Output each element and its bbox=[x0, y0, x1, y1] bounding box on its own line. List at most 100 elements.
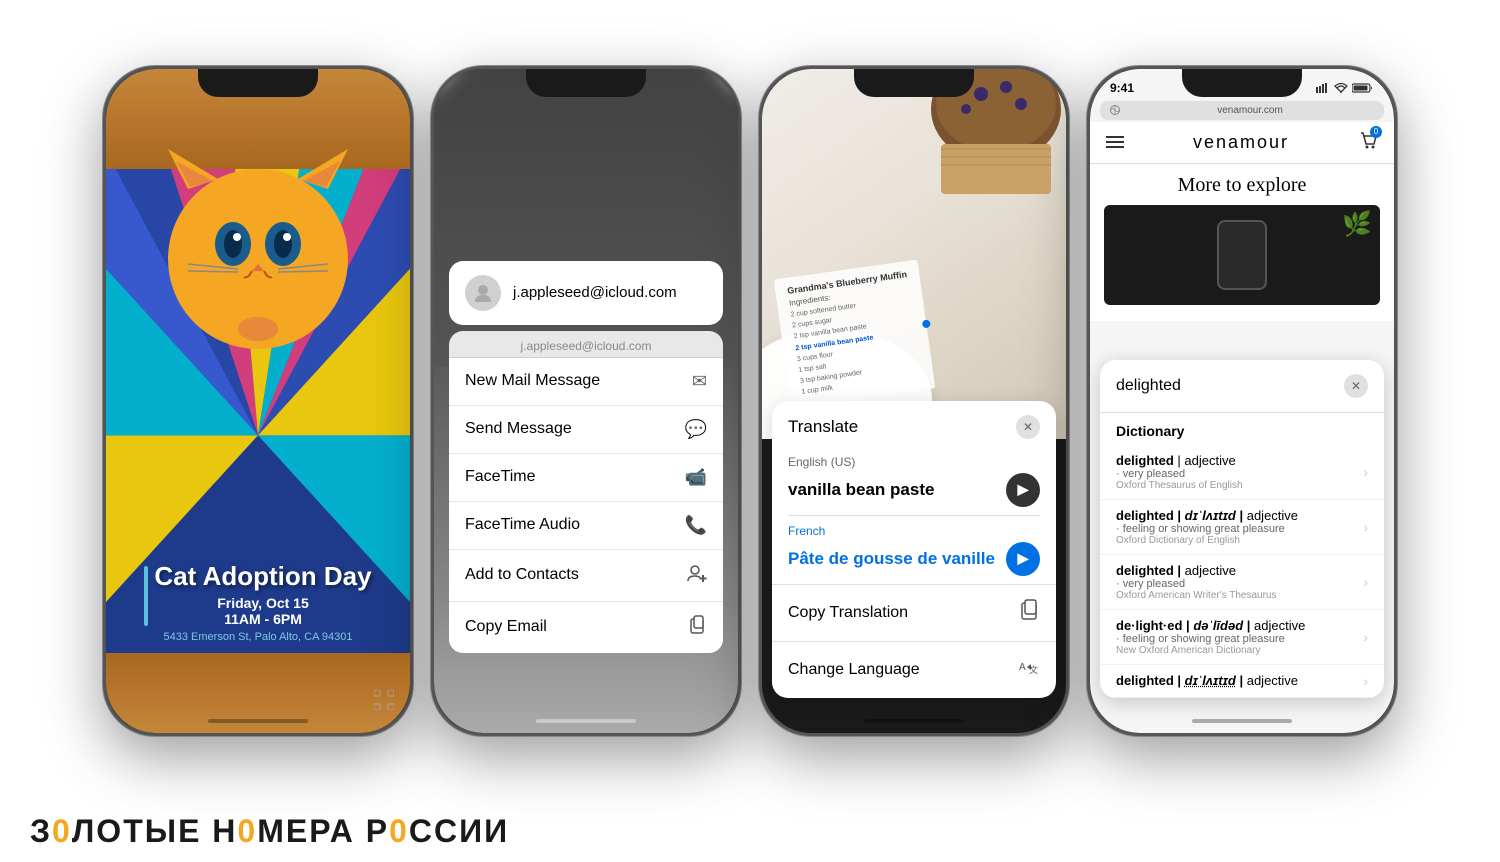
phone-4-screen: 9:41 venamour.com bbox=[1090, 69, 1394, 733]
add-contacts-icon bbox=[687, 563, 707, 588]
footer-zero-3: 0 bbox=[389, 813, 409, 849]
facetime-audio-label: FaceTime Audio bbox=[465, 516, 580, 534]
phone-4: 9:41 venamour.com bbox=[1087, 66, 1397, 736]
email-header-card: j.appleseed@icloud.com bbox=[449, 261, 723, 325]
source-lang-label: English (US) bbox=[788, 455, 1040, 469]
dict-chevron-2: › bbox=[1363, 519, 1368, 535]
menu-item-facetime-audio[interactable]: FaceTime Audio 📞 bbox=[449, 502, 723, 550]
phone-2-home-bar bbox=[536, 719, 636, 723]
phone-3: Grandma's Blueberry Muffin Ingredients: … bbox=[759, 66, 1069, 736]
footer-zero-1: 0 bbox=[52, 813, 72, 849]
mail-icon: ✉ bbox=[692, 371, 707, 392]
copy-translation-button[interactable]: Copy Translation bbox=[772, 584, 1056, 641]
dict-entry-4[interactable]: de·light·ed | dəˈlīdəd | adjective · fee… bbox=[1100, 610, 1384, 665]
dict-chevron-4: › bbox=[1363, 629, 1368, 645]
source-language-section: English (US) vanilla bean paste ▶ bbox=[772, 447, 1056, 515]
footer-brand-text: З0ЛОТЫЕ Н0МЕРА Р0ССИИ bbox=[30, 813, 509, 850]
message-icon: 💬 bbox=[685, 419, 707, 440]
email-popup: j.appleseed@icloud.com j.appleseed@iclou… bbox=[449, 261, 723, 653]
hamburger-menu[interactable] bbox=[1106, 136, 1124, 148]
phone-2-screen: j.appleseed@icloud.com j.appleseed@iclou… bbox=[434, 69, 738, 733]
facetime-audio-icon: 📞 bbox=[685, 515, 707, 536]
product-image: 🌿 bbox=[1104, 205, 1380, 305]
contact-avatar bbox=[465, 275, 501, 311]
phone-3-screen: Grandma's Blueberry Muffin Ingredients: … bbox=[762, 69, 1066, 733]
status-time: 9:41 bbox=[1110, 81, 1134, 95]
store-nav: venamour 0 bbox=[1090, 122, 1394, 164]
source-text: vanilla bean paste ▶ bbox=[788, 473, 1040, 507]
copy-icon bbox=[1018, 599, 1040, 627]
footer-zero-2: 0 bbox=[237, 813, 257, 849]
add-contacts-label: Add to Contacts bbox=[465, 566, 579, 584]
dict-entry-5-text: delighted | dɪˈlʌɪtɪd | adjective bbox=[1116, 673, 1363, 688]
event-text-block: Cat Adoption Day Friday, Oct 15 11AM - 6… bbox=[106, 562, 410, 643]
main-area: Cat Adoption Day Friday, Oct 15 11AM - 6… bbox=[0, 0, 1500, 801]
email-menu-label: j.appleseed@icloud.com bbox=[449, 331, 723, 358]
footer: З0ЛОТЫЕ Н0МЕРА Р0ССИИ bbox=[0, 801, 1500, 862]
dict-header: delighted ✕ bbox=[1100, 360, 1384, 413]
menu-item-facetime[interactable]: FaceTime 📹 bbox=[449, 454, 723, 502]
phone-1: Cat Adoption Day Friday, Oct 15 11AM - 6… bbox=[103, 66, 413, 736]
phone-1-home-bar bbox=[208, 719, 308, 723]
phone-2-notch bbox=[526, 69, 646, 97]
facetime-label: FaceTime bbox=[465, 468, 536, 486]
browser-url: venamour.com bbox=[1126, 105, 1374, 116]
dict-entry-2[interactable]: delighted | dɪˈlʌɪtɪd | adjective · feel… bbox=[1100, 500, 1384, 555]
copy-email-label: Copy Email bbox=[465, 618, 547, 636]
phone-1-notch bbox=[198, 69, 318, 97]
store-name-logo: venamour bbox=[1193, 132, 1289, 153]
send-message-label: Send Message bbox=[465, 420, 572, 438]
screenshot-icon bbox=[374, 690, 394, 715]
facetime-icon: 📹 bbox=[685, 467, 707, 488]
menu-item-send-message[interactable]: Send Message 💬 bbox=[449, 406, 723, 454]
dict-entry-4-text: de·light·ed | dəˈlīdəd | adjective · fee… bbox=[1116, 618, 1363, 656]
dict-entry-3[interactable]: delighted | adjective · very pleased Oxf… bbox=[1100, 555, 1384, 610]
play-target-button[interactable]: ▶ bbox=[1006, 542, 1040, 576]
target-text: Pâte de gousse de vanille ▶ bbox=[788, 542, 1040, 576]
menu-item-copy-email[interactable]: Copy Email bbox=[449, 602, 723, 653]
dict-entry-5[interactable]: delighted | dɪˈlʌɪtɪd | adjective › bbox=[1100, 665, 1384, 698]
change-language-button[interactable]: Change Language A 文 bbox=[772, 641, 1056, 698]
dict-entry-1[interactable]: delighted | adjective · very pleased Oxf… bbox=[1100, 445, 1384, 500]
dict-entry-1-text: delighted | adjective · very pleased Oxf… bbox=[1116, 453, 1363, 491]
dict-entry-2-text: delighted | dɪˈlʌɪtɪd | adjective · feel… bbox=[1116, 508, 1363, 546]
dict-chevron-5: › bbox=[1363, 673, 1368, 689]
menu-item-add-contacts[interactable]: Add to Contacts bbox=[449, 550, 723, 602]
page-content: More to explore 🌿 bbox=[1090, 164, 1394, 321]
translate-header: Translate ✕ bbox=[772, 401, 1056, 447]
menu-item-new-mail[interactable]: New Mail Message ✉ bbox=[449, 358, 723, 406]
leaves-decoration: 🌿 bbox=[1342, 210, 1372, 239]
play-source-button[interactable]: ▶ bbox=[1006, 473, 1040, 507]
browser-bar[interactable]: venamour.com bbox=[1100, 101, 1384, 120]
dict-chevron-3: › bbox=[1363, 574, 1368, 590]
svg-text:A: A bbox=[1019, 662, 1026, 673]
phone-4-notch bbox=[1182, 69, 1302, 97]
translate-close-button[interactable]: ✕ bbox=[1016, 415, 1040, 439]
dictionary-popup: delighted ✕ Dictionary delighted | adjec… bbox=[1100, 360, 1384, 698]
phone-3-notch bbox=[854, 69, 974, 97]
dict-section-title: Dictionary bbox=[1100, 413, 1384, 445]
email-menu-card: j.appleseed@icloud.com New Mail Message … bbox=[449, 331, 723, 653]
dict-entry-3-text: delighted | adjective · very pleased Oxf… bbox=[1116, 563, 1363, 601]
event-time: 11AM - 6PM bbox=[154, 611, 371, 627]
target-language-section: French Pâte de gousse de vanille ▶ bbox=[772, 516, 1056, 584]
email-display: j.appleseed@icloud.com bbox=[513, 284, 677, 301]
phone-4-home-bar bbox=[1192, 719, 1292, 723]
target-lang-label: French bbox=[788, 524, 1040, 538]
new-mail-label: New Mail Message bbox=[465, 372, 600, 390]
event-title: Cat Adoption Day bbox=[154, 562, 371, 591]
copy-translation-label: Copy Translation bbox=[788, 604, 908, 622]
cart-button[interactable]: 0 bbox=[1358, 130, 1378, 155]
event-date: Friday, Oct 15 bbox=[154, 595, 371, 611]
event-address: 5433 Emerson St, Palo Alto, CA 94301 bbox=[121, 631, 395, 643]
phone-3-home-bar bbox=[864, 719, 964, 723]
dict-close-button[interactable]: ✕ bbox=[1344, 374, 1368, 398]
translate-panel: Translate ✕ English (US) vanilla bean pa… bbox=[772, 401, 1056, 698]
phone-2: j.appleseed@icloud.com j.appleseed@iclou… bbox=[431, 66, 741, 736]
page-heading: More to explore bbox=[1104, 164, 1380, 205]
cat-illustration bbox=[158, 129, 358, 349]
recipe-card: Grandma's Blueberry Muffin Ingredients: … bbox=[774, 260, 935, 408]
dict-word-title: delighted bbox=[1116, 377, 1181, 395]
translate-title: Translate bbox=[788, 417, 858, 437]
food-photo-bg: Grandma's Blueberry Muffin Ingredients: … bbox=[762, 69, 1066, 439]
